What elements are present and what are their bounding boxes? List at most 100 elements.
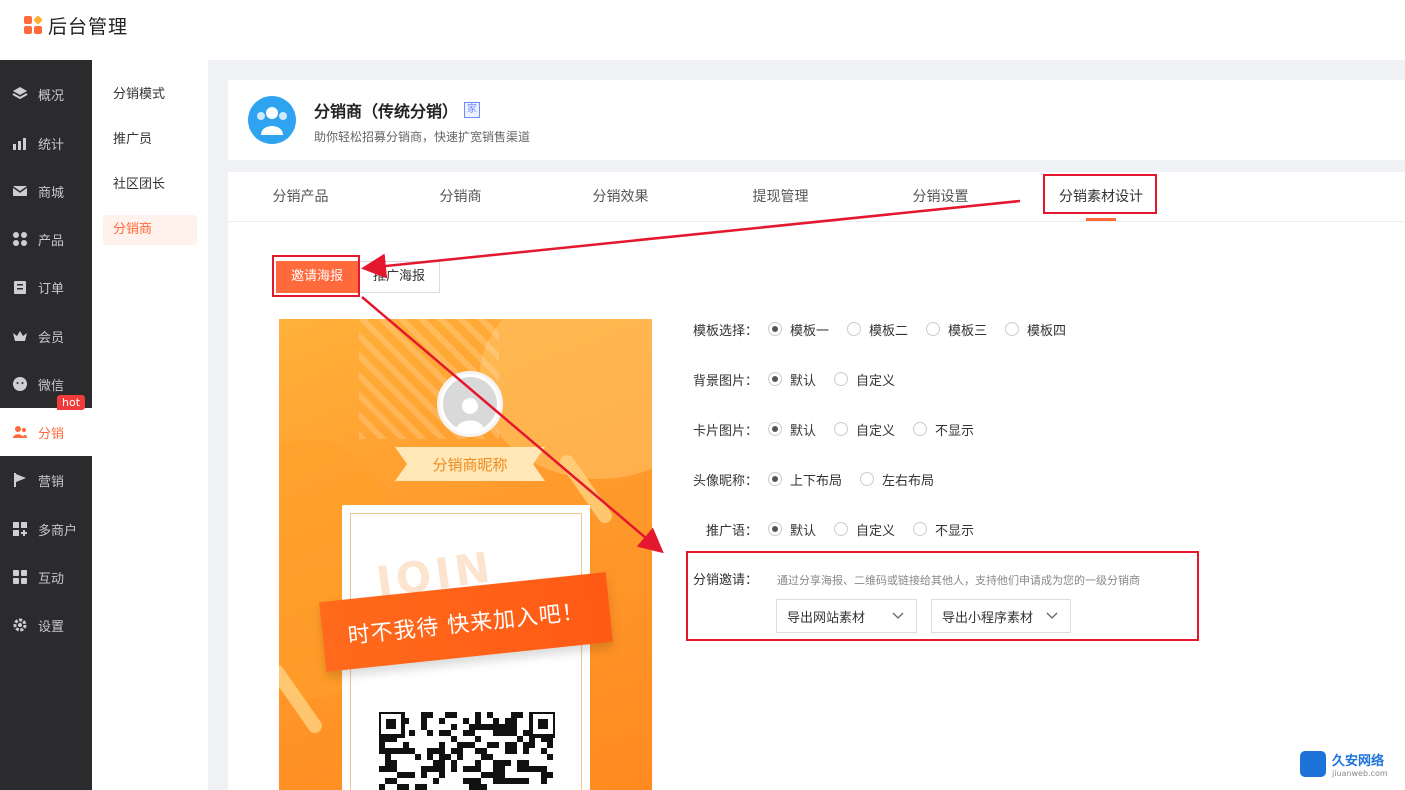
watermark-text: 久安网络 jiuanweb.com — [1332, 750, 1388, 778]
subtab-promo-poster[interactable]: 推广海报 — [358, 261, 441, 293]
submenu-item-mode[interactable]: 分销模式 — [103, 80, 197, 110]
dropdown-label: 导出小程序素材 — [942, 610, 1034, 626]
brand[interactable]: 后台管理 — [24, 12, 128, 39]
radio-slogan-default[interactable]: 默认 — [768, 520, 816, 539]
subtab-invite-poster[interactable]: 邀请海报 — [276, 261, 359, 293]
radio-label: 模板一 — [790, 323, 830, 339]
radio-dot — [913, 422, 928, 436]
sidebar-item-label: 概况 — [38, 88, 65, 104]
export-web-dropdown[interactable]: 导出网站素材 — [776, 599, 917, 633]
sidebar-item-settings[interactable]: 设置 — [0, 601, 92, 649]
sidebar-item-orders[interactable]: 订单 — [0, 263, 92, 311]
radio-label: 自定义 — [856, 523, 896, 539]
tab-distributors[interactable]: 分销商 — [428, 172, 493, 222]
form-label: 模板选择： — [692, 323, 758, 339]
sidebar-item-label: 分销 — [38, 426, 65, 442]
avatar-nickname-row: 头像昵称： 上下布局 左右布局 — [678, 469, 952, 489]
radio-label: 自定义 — [856, 373, 896, 389]
sidebar-item-label: 统计 — [38, 137, 65, 153]
sidebar-item-members[interactable]: 会员 — [0, 312, 92, 360]
radio-dot — [860, 472, 875, 486]
radio-label: 不显示 — [935, 523, 975, 539]
slogan-row: 推广语： 默认 自定义 不显示 — [678, 519, 992, 539]
background-image-row: 背景图片： 默认 自定义 — [678, 369, 913, 389]
sidebar-item-label: 营销 — [38, 474, 65, 490]
radio-dot — [834, 522, 849, 536]
radio-card-default[interactable]: 默认 — [768, 420, 816, 439]
radio-layout-horizontal[interactable]: 左右布局 — [860, 470, 934, 489]
submenu-item-promoter[interactable]: 推广员 — [103, 125, 197, 155]
sidebar-item-products[interactable]: 产品 — [0, 215, 92, 263]
tab-effect[interactable]: 分销效果 — [578, 172, 663, 222]
chevron-down-icon — [1046, 609, 1058, 624]
tab-material-design[interactable]: 分销素材设计 — [1046, 172, 1156, 222]
sidebar-item-marketing[interactable]: 营销 — [0, 456, 92, 504]
radio-label: 默认 — [790, 373, 817, 389]
dropdown-label: 导出网站素材 — [787, 610, 866, 626]
sidebar-item-mall[interactable]: 商城 — [0, 167, 92, 215]
radio-card-hidden[interactable]: 不显示 — [913, 420, 974, 439]
radio-dot — [1005, 322, 1020, 336]
form-label: 推广语： — [705, 523, 758, 539]
tab-bar: 分销产品 分销商 分销效果 提现管理 分销设置 分销素材设计 — [228, 172, 1405, 222]
watermark: 久安网络 jiuanweb.com — [1300, 750, 1388, 778]
crown-icon — [11, 327, 29, 345]
form-label: 卡片图片： — [692, 423, 758, 439]
gear-icon — [11, 616, 29, 634]
radio-template-3[interactable]: 模板三 — [926, 320, 987, 339]
radio-dot — [768, 522, 782, 536]
sidebar-item-overview[interactable]: 概况 — [0, 70, 92, 118]
card-image-row: 卡片图片： 默认 自定义 不显示 — [678, 419, 992, 439]
radio-template-1[interactable]: 模板一 — [768, 320, 829, 339]
submenu-item-community-leader[interactable]: 社区团长 — [103, 170, 197, 200]
sidebar-item-statistics[interactable]: 统计 — [0, 119, 92, 167]
hot-badge: hot — [57, 395, 86, 410]
radio-dot — [768, 322, 782, 336]
grid-icon — [11, 230, 29, 248]
radio-template-4[interactable]: 模板四 — [1005, 320, 1066, 339]
main-content-card: 分销产品 分销商 分销效果 提现管理 分销设置 分销素材设计 邀请海报 推广海报… — [228, 172, 1405, 790]
radio-dot — [834, 372, 849, 386]
layers-icon — [11, 85, 29, 103]
clipboard-icon — [11, 278, 29, 296]
radio-slogan-hidden[interactable]: 不显示 — [913, 520, 974, 539]
watermark-main: 久安网络 — [1332, 754, 1385, 769]
sidebar-item-label: 商城 — [38, 185, 65, 201]
chart-icon — [11, 134, 29, 152]
chevron-down-icon — [892, 609, 904, 624]
submenu-item-distributor[interactable]: 分销商 — [103, 215, 197, 245]
sidebar-item-multi-merchant[interactable]: 多商户 — [0, 505, 92, 553]
page-subtitle: 助你轻松招募分销商，快速扩宽销售渠道 — [314, 130, 531, 144]
radio-dot — [926, 322, 941, 336]
sidebar-item-label: 产品 — [38, 233, 65, 249]
sidebar-item-label: 订单 — [38, 281, 65, 297]
sidebar-item-interaction[interactable]: 互动 — [0, 553, 92, 601]
poster-preview: 分销商昵称 JOIN US 时不我待 快来加入吧！ — [279, 319, 652, 790]
sidebar-item-label: 微信 — [38, 378, 65, 394]
add-store-icon — [11, 520, 29, 538]
poster-nickname: 分销商昵称 — [395, 447, 545, 481]
form-label: 分销邀请： — [692, 572, 758, 588]
export-mini-program-dropdown[interactable]: 导出小程序素材 — [931, 599, 1071, 633]
radio-slogan-custom[interactable]: 自定义 — [834, 520, 895, 539]
radio-background-custom[interactable]: 自定义 — [834, 370, 895, 389]
radio-dot — [768, 472, 782, 486]
radio-layout-vertical[interactable]: 上下布局 — [768, 470, 842, 489]
sidebar-item-label: 会员 — [38, 330, 65, 346]
sidebar-item-label: 互动 — [38, 571, 65, 587]
radio-template-2[interactable]: 模板二 — [847, 320, 908, 339]
tab-products[interactable]: 分销产品 — [258, 172, 343, 222]
sidebar-item-distribution[interactable]: 分销 — [0, 408, 92, 456]
poster-avatar — [437, 371, 503, 437]
radio-background-default[interactable]: 默认 — [768, 370, 816, 389]
page-title-text: 分销商（传统分销） — [314, 102, 459, 121]
users-icon — [11, 423, 29, 441]
flag-icon — [11, 471, 29, 489]
radio-card-custom[interactable]: 自定义 — [834, 420, 895, 439]
main-sidebar: 概况 统计 商城 产品 订单 会员 微信 分销 营销 多商户 互动 设置 — [0, 60, 92, 790]
template-select-row: 模板选择： 模板一 模板二 模板三 模板四 — [678, 319, 1084, 339]
tab-settings[interactable]: 分销设置 — [898, 172, 983, 222]
tab-withdraw[interactable]: 提现管理 — [738, 172, 823, 222]
form-label: 背景图片： — [692, 373, 758, 389]
page-title: 分销商（传统分销） 家 — [314, 98, 481, 122]
